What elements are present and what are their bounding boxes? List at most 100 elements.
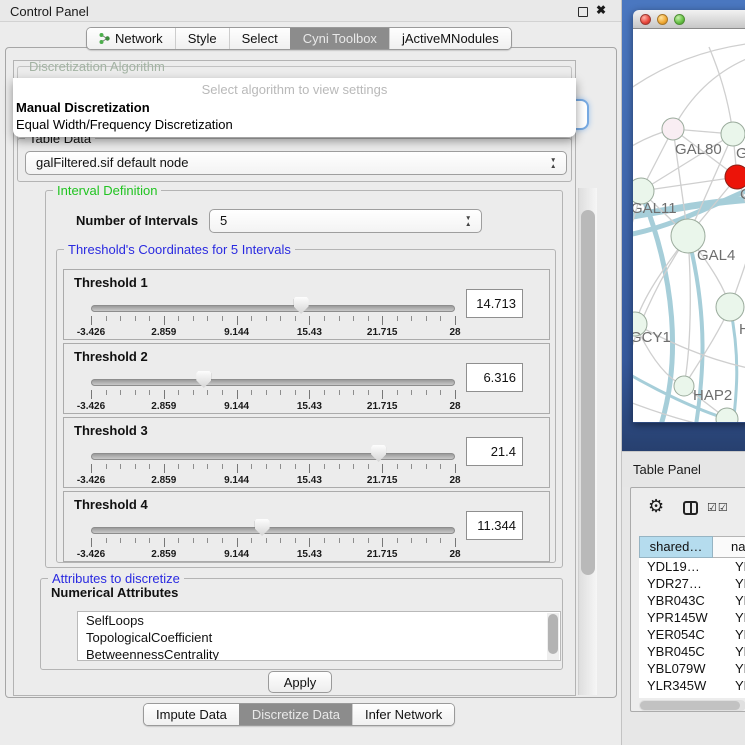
tick-mark [353,390,354,395]
threshold-value-field[interactable]: 6.316 [466,363,523,392]
tick-mark [280,464,281,469]
table-data-combo[interactable]: galFiltered.sif default node [25,151,567,175]
cell-shared-name: YLR345W [647,677,706,694]
attribute-item-selfloops[interactable]: SelfLoops [78,612,560,629]
cell-name: YER0 [735,626,745,643]
table-row[interactable]: YLR345WYLR3 [639,677,745,694]
thresholds-group: Threshold's Coordinates for 5 Intervals … [56,249,556,563]
tab-network[interactable]: Network [87,28,175,49]
table-row[interactable]: YBL079WYBL0 [639,660,745,677]
threshold-row: Threshold 3-3.4262.8599.14415.4321.71528… [63,417,550,488]
table-row[interactable]: YER054CYER0 [639,626,745,643]
table-hscrollbar[interactable] [639,700,745,711]
algorithm-combo-prompt: Select algorithm to view settings [13,82,576,97]
group-title: Discretization Algorithm [25,59,169,74]
attribute-item-topologicalcoefficient[interactable]: TopologicalCoefficient [78,629,560,646]
node-label: GA [736,145,745,162]
tick-mark [368,316,369,321]
threshold-row: Threshold 1-3.4262.8599.14415.4321.71528… [63,269,550,340]
tick-mark [368,538,369,543]
threshold-label: Threshold 2 [74,349,148,364]
network-node-ga[interactable] [721,122,745,146]
tick-mark [411,316,412,321]
list-scrollbar[interactable] [547,613,559,661]
bottom-tab-discretize-data[interactable]: Discretize Data [239,704,352,725]
network-window-titlebar[interactable] [633,10,745,29]
tick-mark [120,538,121,543]
table-row[interactable]: YDR27…YDR2 [639,575,745,592]
tick-mark [339,464,340,469]
slider-tick-labels: -3.4262.8599.14415.4321.71528 [91,549,455,561]
number-of-intervals-combo[interactable]: 5 [209,209,482,233]
tick-mark [455,390,456,399]
tab-label: Select [242,31,278,46]
group-title: Interval Definition [53,183,161,198]
float-window-icon[interactable] [578,7,588,17]
tick-mark [164,538,165,547]
columns-icon[interactable] [683,501,698,515]
table-row[interactable]: YIL052CYIL0 [639,694,745,698]
tick-mark [353,316,354,321]
table-row[interactable]: YPR145WYPR1 [639,609,745,626]
option-manual-discretization[interactable]: Manual Discretization [16,100,150,115]
gear-icon[interactable]: ⚙ [648,496,664,517]
network-node-hap2[interactable] [674,376,694,396]
threshold-value-field[interactable]: 14.713 [466,289,523,318]
list-scrollbar-thumb[interactable] [548,614,558,654]
column-select-icons[interactable]: ☑☑ [707,501,729,514]
slider-track[interactable] [91,379,455,386]
tab-cyni-toolbox[interactable]: Cyni Toolbox [290,28,389,49]
tick-mark [426,464,427,469]
network-node-gal80[interactable] [662,118,684,140]
tick-mark [106,464,107,469]
bottom-tab-impute-data[interactable]: Impute Data [144,704,239,725]
close-icon[interactable]: ✖ [596,3,606,17]
apply-button[interactable]: Apply [268,671,332,693]
network-node-h[interactable] [716,293,744,321]
cell-shared-name: YBR043C [647,592,705,609]
close-window-button[interactable] [640,14,651,25]
zoom-window-button[interactable] [674,14,685,25]
table-row[interactable]: YDL19…YDL1 [639,558,745,575]
tick-mark [280,390,281,395]
tick-mark [426,390,427,395]
tick-mark [411,390,412,395]
tick-mark [309,464,310,473]
tab-jactivemnodules[interactable]: jActiveMNodules [389,28,511,49]
tick-mark [339,390,340,395]
network-edge [684,236,690,386]
tick-mark [164,390,165,399]
slider-track[interactable] [91,527,455,534]
tick-mark [237,464,238,473]
panel-scrollbar[interactable] [578,188,597,695]
tick-mark [149,538,150,543]
table-hscrollbar-thumb[interactable] [640,701,740,710]
tick-mark [91,316,92,325]
tick-mark [440,316,441,321]
tick-mark [237,316,238,325]
interval-definition-group: Interval Definition Number of Intervals … [45,190,563,568]
table-row[interactable]: YBR045CYBR0 [639,643,745,660]
tab-select[interactable]: Select [229,28,290,49]
tab-style[interactable]: Style [175,28,229,49]
threshold-value-field[interactable]: 11.344 [466,511,523,540]
top-tab-bar: NetworkStyle Select Cyni ToolboxjActiveMNo… [86,27,512,50]
network-canvas[interactable]: GAL80GACGAL11GAL4GCY1HHAP2 [633,29,745,422]
slider-track[interactable] [91,453,455,460]
bottom-tab-infer-network[interactable]: Infer Network [352,704,454,725]
table-row[interactable]: YBR043C YBR0 [639,592,745,609]
control-panel-titlebar: Control Panel ✖ [0,0,621,22]
tick-mark [455,464,456,473]
cell-shared-name: YIL052C [647,694,698,698]
option-equal-width-frequency[interactable]: Equal Width/Frequency Discretization [16,117,233,132]
threshold-value-field[interactable]: 21.4 [466,437,523,466]
minimize-window-button[interactable] [657,14,668,25]
tick-mark [426,538,427,543]
attribute-item-betweennesscentrality[interactable]: BetweennessCentrality [78,646,560,661]
table-header-shared-name[interactable]: shared… [639,536,713,558]
slider-track[interactable] [91,305,455,312]
table-header-name[interactable]: na [713,536,745,558]
panel-scrollbar-thumb[interactable] [581,210,595,575]
tick-mark [91,538,92,547]
cell-name: YBR0 [735,592,745,609]
